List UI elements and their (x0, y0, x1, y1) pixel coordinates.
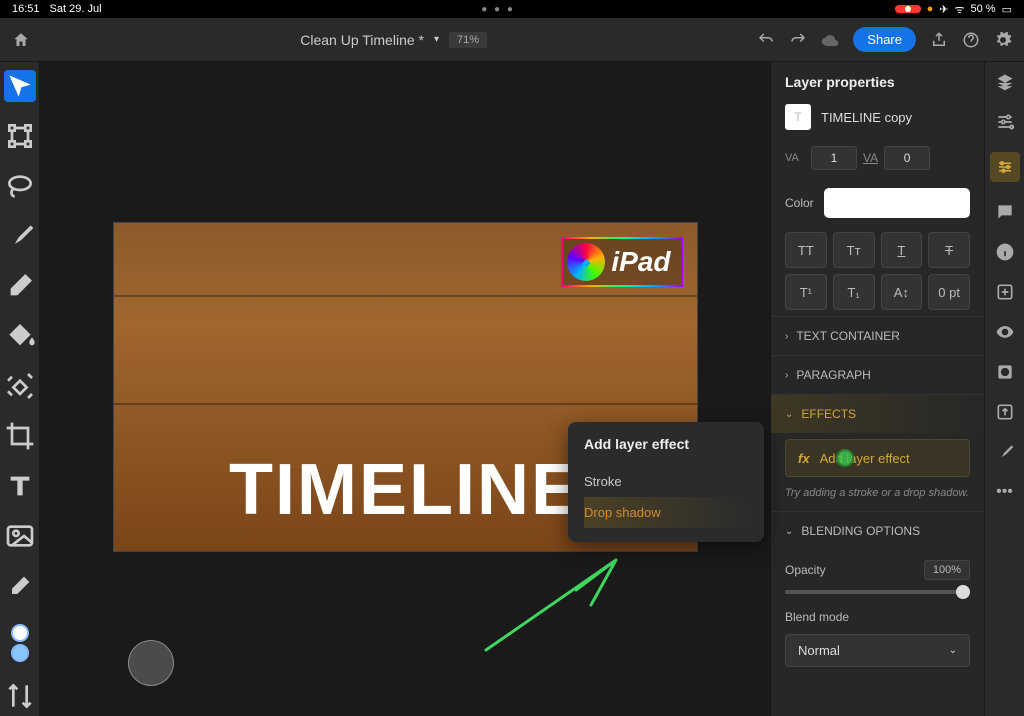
swap-colors-button[interactable] (4, 680, 36, 712)
undo-button[interactable] (757, 31, 775, 49)
touch-indicator (128, 640, 174, 686)
fill-tool[interactable] (4, 320, 36, 352)
visibility-button[interactable] (995, 322, 1015, 342)
baseline-icon: VA (863, 151, 878, 165)
section-paragraph[interactable]: › PARAGRAPH (771, 355, 984, 394)
section-effects[interactable]: ⌄ EFFECTS (771, 394, 984, 433)
more-button[interactable]: ••• (995, 482, 1015, 502)
export-button[interactable] (930, 31, 948, 49)
edit-button[interactable] (995, 442, 1015, 462)
left-toolbar (0, 62, 40, 716)
right-icon-strip: ••• (984, 62, 1024, 716)
status-date: Sat 29. Jul (50, 3, 102, 15)
place-image-tool[interactable] (4, 520, 36, 552)
dnd-icon: ● (927, 3, 934, 15)
eraser-tool[interactable] (4, 270, 36, 302)
opacity-slider[interactable] (785, 590, 970, 594)
layers-panel-button[interactable] (995, 72, 1015, 92)
airplane-icon: ✈ (939, 3, 948, 16)
help-button[interactable] (962, 31, 980, 49)
chevron-right-icon: › (785, 370, 788, 381)
heal-tool[interactable] (4, 370, 36, 402)
mask-button[interactable] (995, 362, 1015, 382)
export-panel-button[interactable] (995, 402, 1015, 422)
baseline-input[interactable] (884, 146, 930, 170)
smallcaps-button[interactable]: Tᴛ (833, 232, 875, 268)
brush-tool[interactable] (4, 220, 36, 252)
transform-tool[interactable] (4, 120, 36, 152)
tracking-label: VA (785, 152, 805, 164)
add-panel-button[interactable] (995, 282, 1015, 302)
section-blending[interactable]: ⌄ BLENDING OPTIONS (771, 511, 984, 550)
redo-button[interactable] (789, 31, 807, 49)
status-time: 16:51 (12, 3, 40, 15)
ipad-badge-text: iPad (611, 246, 670, 278)
effects-hint: Try adding a stroke or a drop shadow. (771, 483, 984, 511)
add-layer-effect-button[interactable]: fx Add layer effect (785, 439, 970, 477)
layer-thumbnail: T (785, 104, 811, 130)
crop-tool[interactable] (4, 420, 36, 452)
chevron-down-icon[interactable]: ▾ (434, 34, 439, 45)
text-color-swatch[interactable] (824, 188, 970, 218)
screen-record-indicator[interactable] (895, 5, 921, 13)
subscript-button[interactable]: T₁ (833, 274, 875, 310)
app-top-bar: Clean Up Timeline * ▾ 71% Share (0, 18, 1024, 62)
chevron-down-icon: ⌄ (949, 645, 957, 656)
battery-text: 50 % (971, 3, 996, 15)
eyedropper-tool[interactable] (4, 570, 36, 602)
section-text-container[interactable]: › TEXT CONTAINER (771, 316, 984, 355)
active-layer-chip[interactable]: T TIMELINE copy (771, 98, 984, 142)
wifi-icon: ᯤ (954, 2, 964, 17)
add-layer-effect-popover: Add layer effect Stroke Drop shadow (568, 422, 764, 542)
status-bar: 16:51 Sat 29. Jul ● ● ● ● ✈ ᯤ 50 % ▭ (0, 0, 1024, 18)
annotation-arrow (476, 550, 636, 660)
popover-item-stroke[interactable]: Stroke (584, 466, 748, 497)
strikethrough-button[interactable]: T (928, 232, 970, 268)
popover-title: Add layer effect (584, 436, 748, 452)
multitask-dots-icon[interactable]: ● ● ● (481, 4, 515, 15)
battery-icon: ▭ (1002, 3, 1012, 16)
baseline-shift-button[interactable]: A↕ (881, 274, 923, 310)
baseline-value[interactable]: 0 pt (928, 274, 970, 310)
color-label: Color (785, 196, 814, 210)
share-button[interactable]: Share (853, 27, 916, 52)
info-button[interactable] (995, 242, 1015, 262)
home-button[interactable] (12, 31, 30, 49)
opacity-label: Opacity (785, 563, 826, 577)
chevron-down-icon: ⌄ (785, 409, 793, 420)
comments-button[interactable] (995, 202, 1015, 222)
foreground-background-colors[interactable] (11, 624, 29, 662)
canvas-area[interactable]: ◆ iPad TIMELINE ‹ (40, 62, 770, 716)
fx-icon: fx (798, 451, 810, 466)
popover-item-drop-shadow[interactable]: Drop shadow (584, 497, 748, 528)
click-indicator (836, 449, 854, 467)
superscript-button[interactable]: T¹ (785, 274, 827, 310)
opacity-value[interactable]: 100% (924, 560, 970, 580)
timeline-text-layer[interactable]: TIMELINE (229, 449, 581, 531)
zoom-level[interactable]: 71% (449, 32, 487, 48)
resolve-logo-icon: ◆ (567, 243, 605, 281)
cloud-sync-icon[interactable] (821, 31, 839, 49)
lasso-tool[interactable] (4, 170, 36, 202)
move-tool[interactable] (4, 70, 36, 102)
properties-panel: Layer properties T TIMELINE copy VA VA C… (770, 62, 984, 716)
uppercase-button[interactable]: TT (785, 232, 827, 268)
document-title[interactable]: Clean Up Timeline * (300, 32, 424, 48)
settings-button[interactable] (994, 31, 1012, 49)
chevron-right-icon: › (785, 331, 788, 342)
ipad-badge: ◆ iPad (561, 237, 682, 287)
underline-button[interactable]: T (881, 232, 923, 268)
blend-mode-label: Blend mode (771, 600, 984, 630)
tracking-input[interactable] (811, 146, 857, 170)
properties-panel-button[interactable] (990, 152, 1020, 182)
chevron-down-icon: ⌄ (785, 526, 793, 537)
layer-name: TIMELINE copy (821, 110, 912, 125)
panel-header: Layer properties (771, 62, 984, 98)
blend-mode-select[interactable]: Normal ⌄ (785, 634, 970, 667)
type-tool[interactable] (4, 470, 36, 502)
adjustments-button[interactable] (995, 112, 1015, 132)
